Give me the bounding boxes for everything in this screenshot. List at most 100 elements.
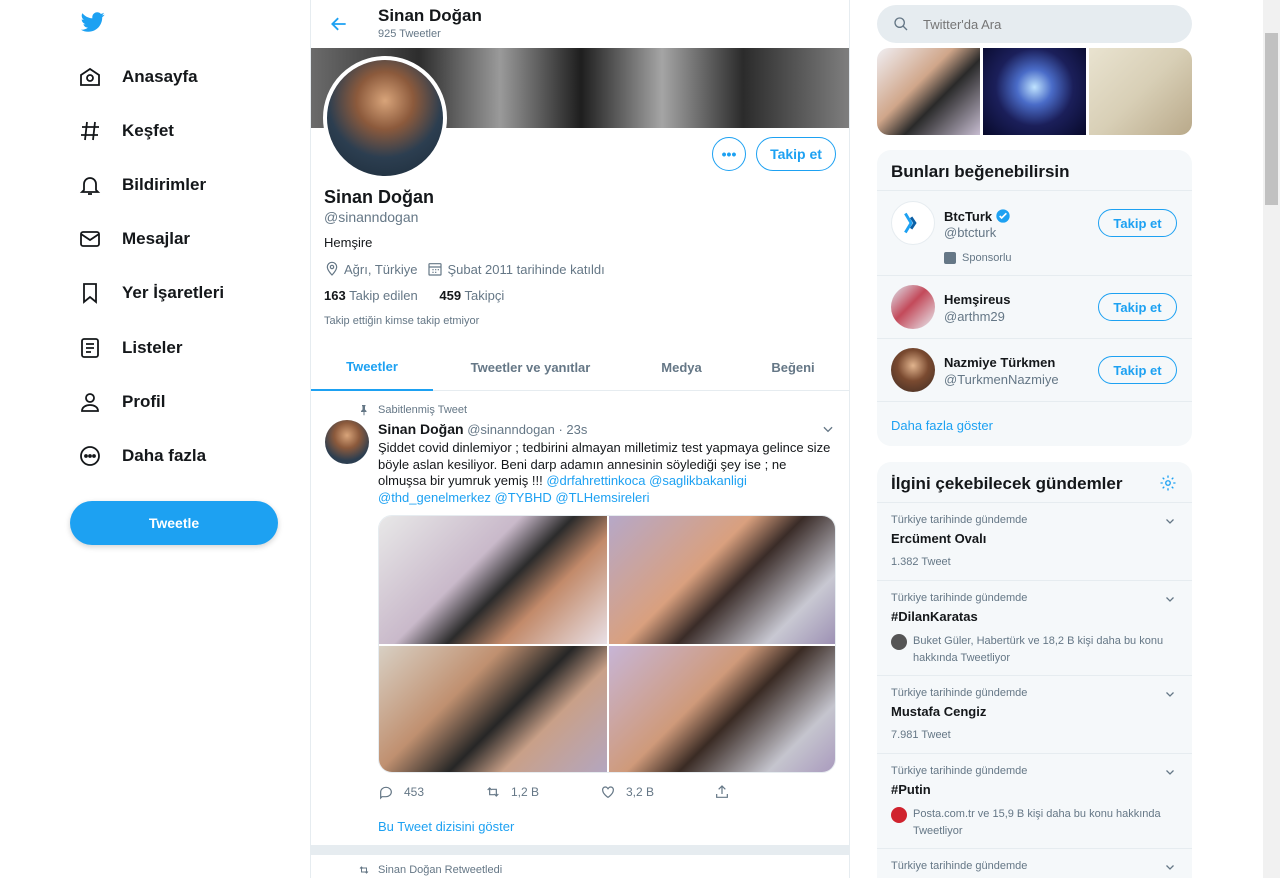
nav-label: Yer İşaretleri [122,283,225,302]
trend-item[interactable]: Türkiye tarihinde gündemde Ercüment Oval… [877,502,1192,580]
who-to-follow-card: Bunları beğenebilirsin BtcTurk @btcturk … [877,150,1192,446]
media-preview-grid[interactable] [877,48,1192,135]
followers-label: Takipçi [464,288,505,303]
retweet-note: Sinan Doğan Retweetledi [358,864,502,876]
page-scrollbar[interactable] [1263,0,1280,878]
suggestion-name[interactable]: BtcTurk [944,208,1011,224]
tweet-media-grid[interactable] [378,515,836,773]
profile-joined: Şubat 2011 tarihinde katıldı [447,261,605,277]
show-more-row: Daha fazla göster [877,401,1192,446]
show-thread-link[interactable]: Bu Tweet dizisini göster [378,819,514,834]
search-input[interactable] [923,16,1163,32]
chevron-down-icon[interactable] [1164,688,1176,700]
suggestion-avatar[interactable] [891,201,935,245]
profile-more-button[interactable]: ••• [712,137,746,171]
trend-context: Türkiye tarihinde gündemde [891,860,1028,872]
profile-header: Sinan Doğan 925 Tweetler [311,0,849,48]
profile-bio: Hemşire [324,235,373,250]
pinned-text: Sabitlenmiş Tweet [378,404,468,416]
list-icon [81,338,99,358]
like-button[interactable]: 3,2 B [600,784,654,800]
scrollbar-thumb[interactable] [1265,33,1278,205]
back-arrow-icon[interactable] [329,14,349,34]
reply-button[interactable]: 453 [378,784,424,800]
suggestion-avatar[interactable] [891,285,935,329]
tweet-mentions-2[interactable]: @thd_genelmerkez @TYBHD @TLHemsireleri [378,490,650,505]
nav-item-lists[interactable]: Listeler [78,328,182,368]
sponsored-label: Sponsorlu [944,252,1012,264]
retweet-note-text: Sinan Doğan Retweetledi [378,864,503,876]
chevron-down-icon[interactable] [1164,593,1176,605]
trend-item[interactable]: Türkiye tarihinde gündemde Mustafa Cengi… [877,675,1192,753]
follow-button[interactable]: Takip et [1098,293,1177,321]
chevron-down-icon[interactable] [1164,861,1176,873]
tweet-photo[interactable] [379,516,607,644]
suggestion-item[interactable]: Nazmiye Türkmen @TurkmenNazmiye Takip et [877,338,1192,401]
suggestion-item[interactable]: BtcTurk @btcturk Takip et Sponsorlu [877,190,1192,275]
tweet-photo[interactable] [609,516,835,644]
chevron-down-icon[interactable] [1164,766,1176,778]
follow-button[interactable]: Takip et [1098,356,1177,384]
tweet-avatar[interactable] [325,420,369,464]
profile-tabs: Tweetler Tweetler ve yanıtlar Medya Beğe… [311,344,849,391]
suggestion-avatar[interactable] [891,348,935,392]
tab-tweets-replies[interactable]: Tweetler ve yanıtlar [433,344,628,391]
tweet-mentions-1[interactable]: @drfahrettinkoca @saglikbakanligi [546,473,747,488]
profile-avatar[interactable] [323,56,447,180]
tweet-text: Şiddet covid dinlemiyor ; tedbirini alma… [378,440,833,506]
nav-item-messages[interactable]: Mesajlar [78,219,190,259]
tweet-photo[interactable] [609,646,835,772]
nav-item-notifications[interactable]: Bildirimler [78,165,206,205]
location-icon [326,261,338,276]
chevron-down-icon[interactable] [821,422,835,436]
pinned-tweet[interactable]: Sabitlenmiş Tweet Sinan Doğan @sinanndog… [311,392,849,847]
twitter-logo-icon[interactable] [80,10,106,34]
nav-item-home[interactable]: Anasayfa [78,57,198,97]
tweet-button[interactable]: Tweetle [70,501,278,545]
suggestion-handle: @TurkmenNazmiye [944,372,1059,387]
tweet-author[interactable]: Sinan Doğan [378,421,464,437]
tweet-photo[interactable] [379,646,607,772]
retweet-button[interactable]: 1,2 B [485,784,539,800]
profile-column: Sinan Doğan 925 Tweetler ••• Takip et Si… [310,0,850,878]
tweet-divider [311,845,849,855]
gear-icon[interactable] [1159,474,1177,492]
nav-item-bookmarks[interactable]: Yer İşaretleri [78,273,224,313]
tweet-handle-time[interactable]: @sinanndogan · 23s [467,422,587,437]
tweet-header: Sinan Doğan @sinanndogan · 23s [378,421,587,437]
media-thumbnail[interactable] [1089,48,1192,135]
retweet-count: 1,2 B [511,785,540,799]
search-bar[interactable] [877,5,1192,43]
trends-card: İlgini çekebilecek gündemler Türkiye tar… [877,462,1192,878]
header-name: Sinan Doğan [378,6,482,25]
suggestion-item[interactable]: Hemşireus @arthm29 Takip et [877,275,1192,338]
show-more-link[interactable]: Daha fazla göster [891,418,993,433]
following-link[interactable]: 163 Takip edilen [324,288,418,303]
trend-count: 7.981 Tweet [891,729,951,741]
media-thumbnail[interactable] [877,48,980,135]
suggestion-handle: @btcturk [944,225,997,240]
trend-item[interactable]: Türkiye tarihinde gündemde #DilanKaratas… [877,580,1192,675]
trend-item[interactable]: Türkiye tarihinde gündemde [877,848,1192,878]
media-thumbnail[interactable] [983,48,1086,135]
verified-badge-icon [996,209,1010,223]
nav-item-more[interactable]: Daha fazla [78,436,206,476]
tab-likes[interactable]: Beğeni [735,344,849,391]
trend-people-text: Posta.com.tr ve 15,9 B kişi daha bu konu… [913,808,1161,837]
chevron-down-icon[interactable] [1164,515,1176,527]
suggestion-name[interactable]: Nazmiye Türkmen [944,355,1055,370]
bookmark-icon [83,283,97,304]
follow-button[interactable]: Takip et [1098,209,1177,237]
trend-context: Türkiye tarihinde gündemde [891,514,1028,526]
mini-avatar [891,634,907,650]
followers-link[interactable]: 459 Takipçi [439,288,504,303]
tab-tweets[interactable]: Tweetler [311,344,433,391]
nav-item-explore[interactable]: Keşfet [78,111,174,151]
share-button[interactable] [714,784,740,800]
trend-item[interactable]: Türkiye tarihinde gündemde #Putin Posta.… [877,753,1192,848]
nav-item-profile[interactable]: Profil [78,382,165,422]
suggestion-name[interactable]: Hemşireus [944,292,1010,307]
sponsored-text: Sponsorlu [962,252,1012,264]
follow-button[interactable]: Takip et [756,137,836,171]
tab-media[interactable]: Medya [628,344,735,391]
